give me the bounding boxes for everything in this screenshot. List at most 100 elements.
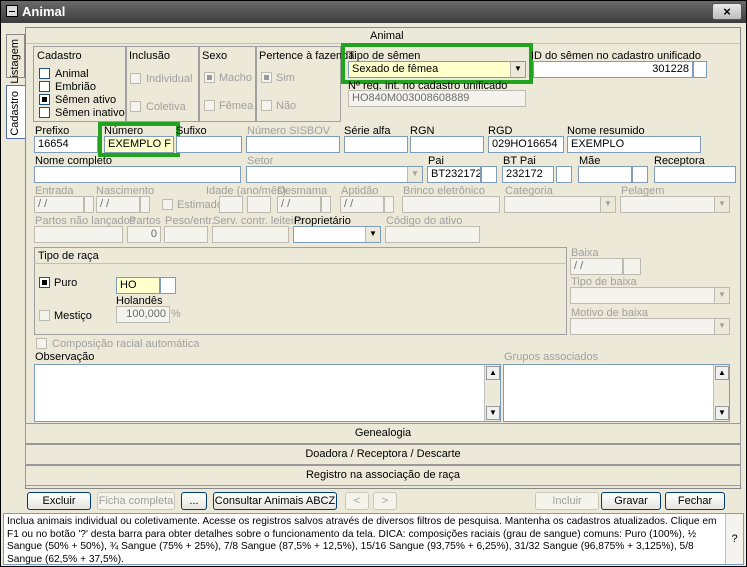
- serv-field[interactable]: [212, 226, 289, 243]
- nascimento-picker[interactable]: [140, 196, 150, 213]
- embriao-checkbox[interactable]: [39, 81, 50, 92]
- raca-pct-field[interactable]: 100,000: [116, 306, 170, 323]
- scroll-up-icon[interactable]: ▲: [486, 366, 500, 380]
- inclusao-label: Inclusão: [129, 50, 170, 62]
- desmama-field[interactable]: / /: [277, 196, 321, 213]
- partos-nl-field[interactable]: [34, 226, 123, 243]
- motivo-baixa-select[interactable]: ▼: [570, 318, 730, 335]
- aptidao-field[interactable]: / /: [340, 196, 384, 213]
- aptidao-picker[interactable]: [384, 196, 394, 213]
- observacao-scrollbar[interactable]: ▲ ▼: [484, 365, 500, 421]
- consultar-abcz-button[interactable]: Consultar Animais ABCZ: [213, 492, 337, 510]
- pai-field[interactable]: BT232172: [427, 166, 481, 183]
- prefixo-field[interactable]: 16654: [34, 136, 98, 153]
- chevron-down-icon[interactable]: ▼: [714, 319, 729, 334]
- nreg-field[interactable]: HO840M003008608889: [348, 90, 526, 107]
- categoria-select[interactable]: ▼: [504, 196, 616, 213]
- entrada-picker[interactable]: [84, 196, 94, 213]
- animal-window: Animal × Listagem Cadastro Animal Cadast…: [0, 0, 747, 567]
- scroll-up-icon[interactable]: ▲: [715, 366, 729, 380]
- close-button[interactable]: ×: [712, 3, 742, 20]
- partos-field[interactable]: 0: [127, 226, 161, 243]
- status-text: Inclua animais individual ou coletivamen…: [7, 516, 717, 565]
- chevron-down-icon[interactable]: ▼: [510, 62, 525, 77]
- semen-ativo-checkbox[interactable]: [39, 94, 50, 105]
- observacao-textarea[interactable]: ▲ ▼: [34, 364, 501, 422]
- id-semen-lookup[interactable]: [693, 61, 707, 78]
- individual-checkbox[interactable]: [130, 73, 141, 84]
- rgn-field[interactable]: [410, 136, 484, 153]
- sisbov-field[interactable]: [246, 136, 340, 153]
- btpai-lookup[interactable]: [556, 166, 572, 183]
- serie-field[interactable]: [344, 136, 408, 153]
- window-menu-icon[interactable]: [6, 5, 18, 17]
- chevron-down-icon[interactable]: ▼: [407, 167, 422, 182]
- sim-label: Sim: [276, 72, 295, 84]
- more-button[interactable]: ...: [181, 492, 207, 510]
- macho-checkbox[interactable]: [204, 72, 215, 83]
- incluir-button[interactable]: Incluir: [535, 492, 599, 510]
- coletiva-checkbox[interactable]: [130, 101, 141, 112]
- prev-button[interactable]: <: [345, 492, 369, 510]
- baixa-date-field[interactable]: / /: [570, 258, 623, 275]
- sufixo-field[interactable]: [176, 136, 242, 153]
- desmama-picker[interactable]: [321, 196, 331, 213]
- tipo-baixa-select[interactable]: ▼: [570, 287, 730, 304]
- tab-cadastro[interactable]: Cadastro: [6, 85, 25, 139]
- mae-lookup[interactable]: [632, 166, 648, 183]
- scroll-down-icon[interactable]: ▼: [715, 406, 729, 420]
- chevron-down-icon[interactable]: ▼: [600, 197, 615, 212]
- tipo-semen-select[interactable]: Sexado de fêmea ▼: [348, 61, 526, 78]
- btpai-field[interactable]: 232172: [502, 166, 554, 183]
- mae-field[interactable]: [578, 166, 632, 183]
- help-button[interactable]: ?: [725, 514, 743, 564]
- brinco-field[interactable]: [402, 196, 500, 213]
- cadastro-label: Cadastro: [37, 50, 82, 62]
- baixa-picker[interactable]: [623, 258, 641, 275]
- idade-anos-field[interactable]: [219, 196, 243, 213]
- registro-section[interactable]: Registro na associação de raça: [25, 465, 741, 486]
- receptora-field[interactable]: [654, 166, 736, 183]
- femea-checkbox[interactable]: [204, 100, 215, 111]
- nascimento-field[interactable]: / /: [96, 196, 140, 213]
- scroll-down-icon[interactable]: ▼: [486, 406, 500, 420]
- estimado-checkbox[interactable]: [162, 199, 173, 210]
- id-semen-field[interactable]: 301228: [533, 61, 693, 78]
- chevron-down-icon[interactable]: ▼: [714, 288, 729, 303]
- pelagem-select[interactable]: ▼: [620, 196, 730, 213]
- puro-checkbox[interactable]: [39, 277, 50, 288]
- tipo-raca-group: [34, 247, 567, 335]
- nome-completo-field[interactable]: [34, 166, 241, 183]
- chevron-down-icon[interactable]: ▼: [714, 197, 729, 212]
- next-button[interactable]: >: [373, 492, 397, 510]
- gravar-button[interactable]: Gravar: [601, 492, 661, 510]
- genealogia-section[interactable]: Genealogia: [25, 423, 741, 444]
- nome-resumido-field[interactable]: EXEMPLO: [567, 136, 701, 153]
- codigo-field[interactable]: [385, 226, 480, 243]
- raca-lookup[interactable]: [160, 277, 176, 294]
- entrada-field[interactable]: / /: [34, 196, 84, 213]
- idade-meses-field[interactable]: [247, 196, 271, 213]
- comp-auto-checkbox[interactable]: [36, 338, 47, 349]
- numero-field[interactable]: EXEMPLO F: [104, 136, 174, 153]
- grupos-scrollbar[interactable]: ▲ ▼: [713, 365, 729, 421]
- semen-inativo-checkbox[interactable]: [39, 107, 50, 118]
- fechar-button[interactable]: Fechar: [665, 492, 725, 510]
- grupos-list[interactable]: ▲ ▼: [503, 364, 730, 422]
- excluir-button[interactable]: Excluir: [27, 492, 91, 510]
- proprietario-select[interactable]: ▼: [293, 226, 381, 243]
- setor-select[interactable]: ▼: [246, 166, 423, 183]
- macho-label: Macho: [219, 72, 253, 84]
- rgd-field[interactable]: 029HO16654: [488, 136, 564, 153]
- mestico-checkbox[interactable]: [39, 310, 50, 321]
- ficha-completa-button[interactable]: Ficha completa: [97, 492, 175, 510]
- doadora-section[interactable]: Doadora / Receptora / Descarte: [25, 444, 741, 465]
- sim-checkbox[interactable]: [261, 72, 272, 83]
- nao-checkbox[interactable]: [261, 100, 272, 111]
- peso-field[interactable]: [164, 226, 208, 243]
- chevron-down-icon[interactable]: ▼: [365, 227, 380, 242]
- raca-code-field[interactable]: HO: [116, 277, 160, 294]
- pai-lookup[interactable]: [481, 166, 497, 183]
- animal-checkbox[interactable]: [39, 68, 50, 79]
- tab-listagem[interactable]: Listagem: [6, 34, 25, 84]
